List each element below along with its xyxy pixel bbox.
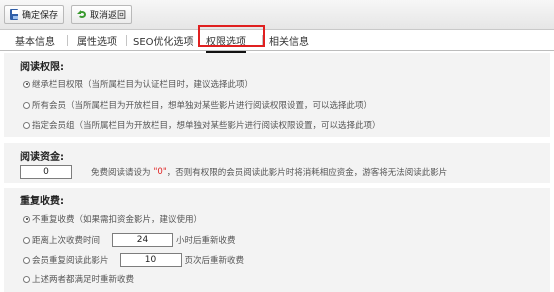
option-label-suffix: 小时后重新收费	[176, 236, 236, 246]
radio-button[interactable]	[23, 236, 30, 244]
read-permission-title: 阅读权限:	[20, 62, 64, 73]
repeat-fee-option-hours[interactable]: 距离上次收费时间 24 小时后重新收费	[23, 233, 236, 247]
tab-seo[interactable]: SEO优化选项	[133, 33, 194, 51]
option-label: 所有会员（当所属栏目为开放栏目，想单独对某些影片进行阅读权限设置，可以选择此项）	[32, 101, 373, 111]
read-fee-title: 阅读资金:	[20, 152, 64, 163]
save-icon	[10, 9, 19, 20]
read-fee-input[interactable]: 0	[20, 165, 72, 179]
read-permission-option-member-group[interactable]: 指定会员组（当所属栏目为开放栏目，想单独对某些影片进行阅读权限设置，可以选择此项…	[23, 119, 381, 131]
cancel-button-label: 取消返回	[89, 11, 126, 21]
repeat-fee-title: 重复收费:	[20, 196, 64, 207]
repeat-hours-input[interactable]: 24	[112, 233, 174, 247]
repeat-fee-option-both[interactable]: 上述两者都满足时重新收费	[23, 273, 134, 285]
back-arrow-icon	[77, 9, 86, 20]
radio-button[interactable]	[23, 101, 30, 109]
read-fee-panel: 阅读资金: 0 免费阅读请设为 "0" ，否则有权限的会员阅读此影片时将消耗相应…	[4, 143, 550, 183]
tab-attributes[interactable]: 属性选项	[77, 33, 117, 51]
tab-related-info[interactable]: 相关信息	[269, 33, 309, 51]
read-fee-row: 0 免费阅读请设为 "0" ，否则有权限的会员阅读此影片时将消耗相应资金，游客将…	[20, 165, 447, 179]
radio-button[interactable]	[23, 80, 30, 88]
option-label: 上述两者都满足时重新收费	[32, 275, 135, 285]
read-permission-option-all-members[interactable]: 所有会员（当所属栏目为开放栏目，想单独对某些影片进行阅读权限设置，可以选择此项）	[23, 99, 372, 111]
save-button[interactable]: 确定保存	[4, 5, 64, 24]
radio-button[interactable]	[23, 215, 30, 223]
repeat-fee-option-no-repeat[interactable]: 不重复收费（如果需扣资金影片，建议使用）	[23, 213, 202, 225]
read-fee-note-after: ，否则有权限的会员阅读此影片时将消耗相应资金，游客将无法阅读此影片	[166, 168, 448, 178]
radio-button[interactable]	[23, 275, 30, 283]
radio-button[interactable]	[23, 256, 30, 264]
read-permission-panel: 阅读权限: 继承栏目权限（当所属栏目为认证栏目时，建议选择此项） 所有会员（当所…	[4, 53, 550, 137]
tab-basic-info[interactable]: 基本信息	[15, 33, 55, 51]
option-label: 距离上次收费时间	[32, 236, 101, 246]
repeat-fee-panel: 重复收费: 不重复收费（如果需扣资金影片，建议使用） 距离上次收费时间 24 小…	[4, 188, 550, 292]
option-label-suffix: 页次后重新收费	[184, 256, 245, 266]
tab-bar: 基本信息 属性选项 SEO优化选项 权限选项 相关信息	[0, 30, 554, 53]
tab-divider	[126, 35, 127, 46]
save-button-label: 确定保存	[21, 11, 58, 21]
tab-divider	[67, 35, 68, 46]
option-label: 继承栏目权限（当所属栏目为认证栏目时，建议选择此项）	[32, 80, 254, 90]
read-fee-note-before: 免费阅读请设为	[91, 168, 151, 178]
repeat-fee-option-views[interactable]: 会员重复阅读此影片 10 页次后重新收费	[23, 253, 244, 267]
repeat-views-input[interactable]: 10	[119, 253, 182, 267]
read-fee-note-zero: "0"	[153, 167, 167, 177]
option-label: 不重复收费（如果需扣资金影片，建议使用）	[32, 215, 203, 225]
option-label: 会员重复阅读此影片	[32, 256, 109, 266]
option-label: 指定会员组（当所属栏目为开放栏目，想单独对某些影片进行阅读权限设置，可以选择此项…	[32, 121, 381, 131]
active-tab-highlight	[198, 25, 265, 47]
cancel-button[interactable]: 取消返回	[71, 5, 132, 24]
toolbar: 确定保存 取消返回	[0, 0, 554, 30]
radio-button[interactable]	[23, 121, 30, 129]
read-permission-option-inherit[interactable]: 继承栏目权限（当所属栏目为认证栏目时，建议选择此项）	[23, 78, 253, 90]
